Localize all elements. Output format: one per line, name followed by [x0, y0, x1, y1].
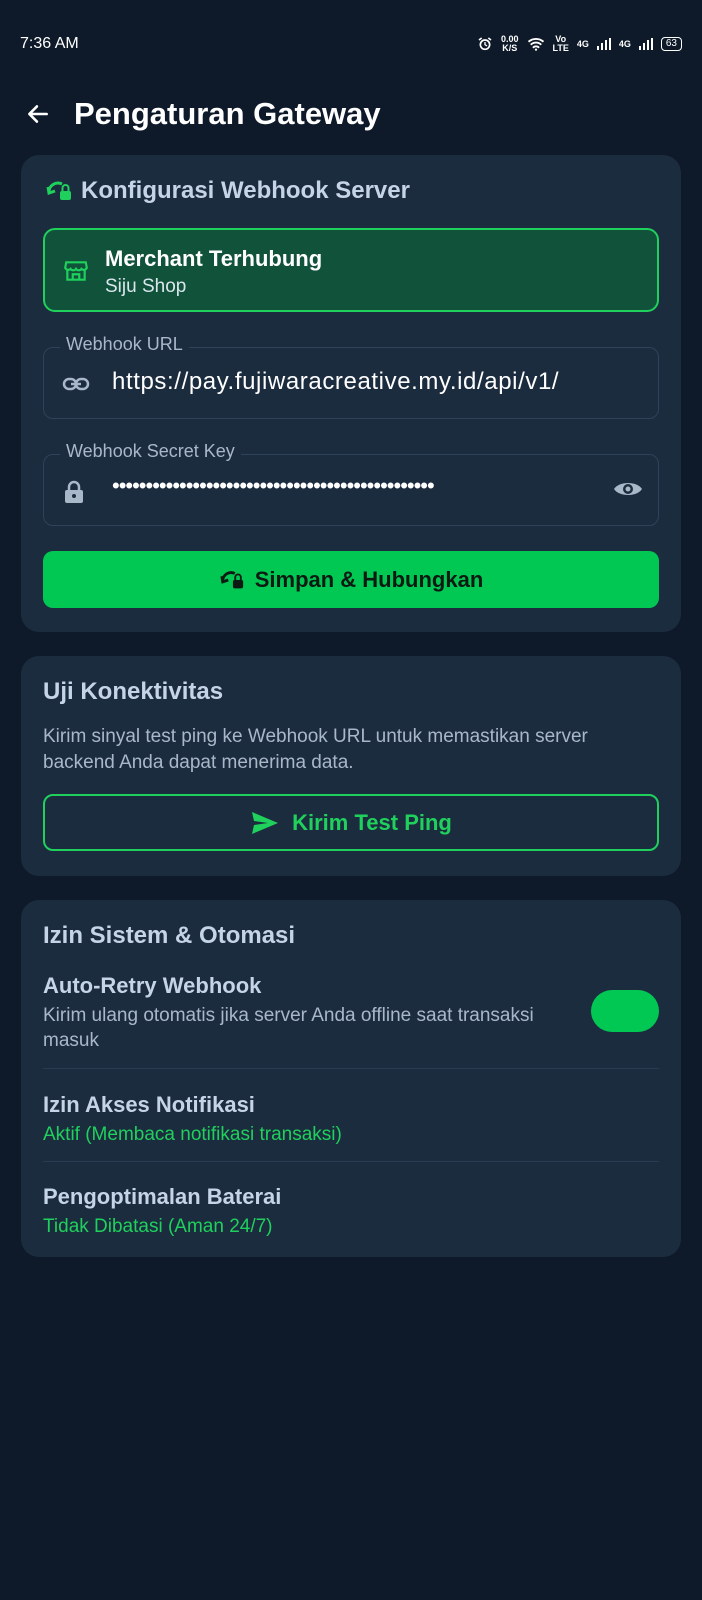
auto-retry-description: Kirim ulang otomatis jika server Anda of… — [43, 1005, 534, 1051]
permissions-title: Izin Sistem & Otomasi — [43, 922, 296, 949]
send-test-ping-button[interactable]: Kirim Test Ping — [43, 794, 659, 851]
merchant-title: Merchant Terhubung — [105, 246, 323, 271]
signal-icon — [596, 38, 611, 50]
notification-permission-status: Aktif (Membaca notifikasi transaksi) — [43, 1124, 342, 1145]
webhook-secret-key-field[interactable]: Webhook Secret Key •••••••••••••••••••••… — [43, 441, 659, 526]
send-test-ping-label: Kirim Test Ping — [292, 809, 452, 835]
status-bar: 7:36 AM 0.00 K/S Vo LTE 4G 4G 63 — [0, 0, 702, 88]
battery-optimization-title: Pengoptimalan Baterai — [43, 1184, 282, 1209]
volte-label: Vo LTE — [552, 34, 569, 53]
arrow-left-icon — [28, 105, 48, 123]
webhook-config-card: Konfigurasi Webhook Server Merchant Terh… — [21, 155, 681, 632]
status-icons: 0.00 K/S Vo LTE 4G 4G 63 — [477, 35, 682, 53]
battery-optimization-setting[interactable]: Pengoptimalan Baterai Tidak Dibatasi (Am… — [43, 1184, 659, 1238]
webhook-card-title: Konfigurasi Webhook Server — [81, 177, 410, 204]
page-title: Pengaturan Gateway — [74, 96, 381, 131]
webhook-url-value: https://pay.fujiwaracreative.my.id/api/v… — [112, 368, 560, 395]
notification-permission-title: Izin Akses Notifikasi — [43, 1092, 255, 1117]
connectivity-description: Kirim sinyal test ping ke Webhook URL un… — [43, 726, 588, 773]
divider — [43, 1161, 659, 1162]
webhook-url-label: Webhook URL — [60, 334, 189, 355]
webhook-secret-key-value: ••••••••••••••••••••••••••••••••••••••••… — [112, 473, 435, 498]
send-icon — [252, 811, 279, 834]
sync-lock-icon — [220, 570, 243, 588]
signal-icon-2 — [638, 38, 653, 50]
permissions-card: Izin Sistem & Otomasi Auto-Retry Webhook… — [21, 900, 681, 1257]
net-speed: 0.00 K/S — [500, 34, 519, 53]
store-icon — [64, 261, 88, 281]
merchant-status-box: Merchant Terhubung Siju Shop — [43, 228, 659, 312]
sync-lock-icon — [46, 181, 71, 200]
divider — [43, 1068, 659, 1069]
auto-retry-toggle[interactable] — [591, 990, 659, 1032]
save-connect-label: Simpan & Hubungkan — [254, 566, 484, 592]
net-4g-1: 4G — [576, 39, 589, 49]
connectivity-title: Uji Konektivitas — [43, 678, 224, 705]
webhook-card-header: Konfigurasi Webhook Server — [45, 177, 410, 205]
back-button[interactable] — [22, 98, 54, 130]
eye-icon[interactable] — [612, 477, 644, 501]
status-time: 7:36 AM — [20, 35, 79, 52]
app-header: Pengaturan Gateway — [0, 88, 702, 144]
alarm-icon — [478, 37, 492, 51]
battery-optimization-status: Tidak Dibatasi (Aman 24/7) — [43, 1216, 273, 1237]
webhook-url-field[interactable]: Webhook URL https://pay.fujiwaracreative… — [43, 334, 659, 419]
auto-retry-setting: Auto-Retry Webhook Kirim ulang otomatis … — [43, 973, 659, 1053]
battery-level: 63 — [665, 38, 677, 49]
merchant-name: Siju Shop — [105, 276, 187, 297]
save-connect-button[interactable]: Simpan & Hubungkan — [43, 551, 659, 608]
net-4g-2: 4G — [618, 39, 631, 49]
webhook-secret-key-label: Webhook Secret Key — [60, 441, 241, 462]
link-icon — [62, 377, 90, 391]
wifi-icon — [527, 37, 544, 51]
lock-icon — [65, 480, 83, 503]
notification-permission-setting[interactable]: Izin Akses Notifikasi Aktif (Membaca not… — [43, 1092, 659, 1146]
auto-retry-title: Auto-Retry Webhook — [43, 973, 262, 998]
battery-icon: 63 — [660, 37, 682, 51]
connectivity-card: Uji Konektivitas Kirim sinyal test ping … — [21, 656, 681, 876]
